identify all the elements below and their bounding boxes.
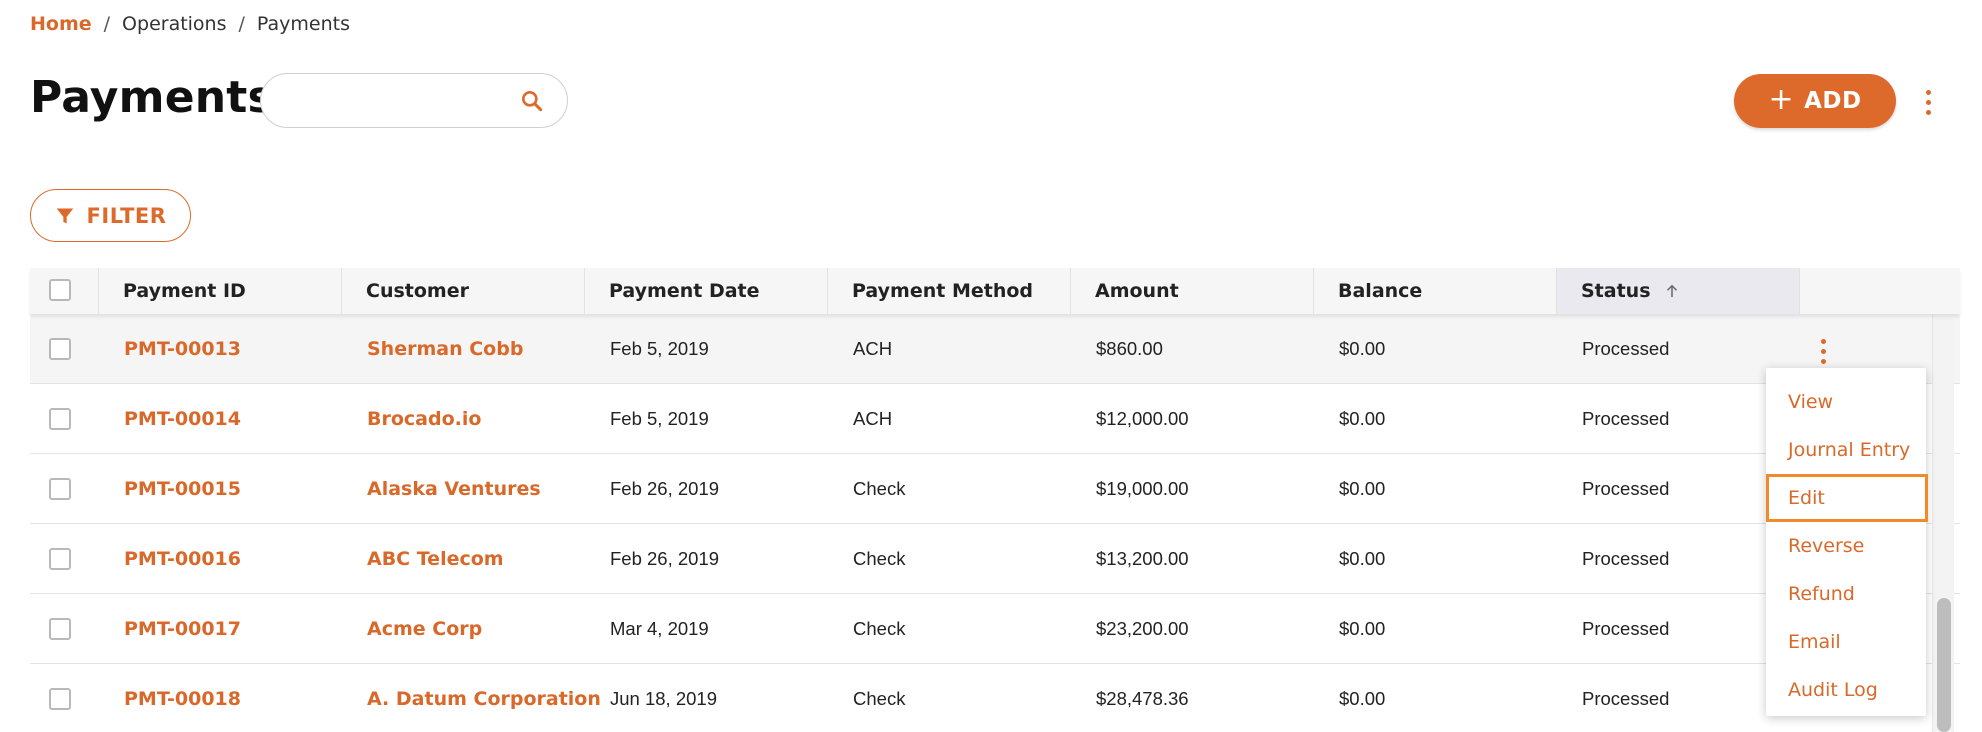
payment-method-cell: Check <box>853 687 906 709</box>
row-checkbox[interactable] <box>49 478 71 500</box>
customer-link[interactable]: ABC Telecom <box>367 524 504 593</box>
column-header-payment-id[interactable]: Payment ID <box>99 268 342 314</box>
search-icon[interactable] <box>519 88 545 114</box>
table-row[interactable]: PMT-00014 Brocado.io Feb 5, 2019 ACH $12,000… <box>30 384 1960 454</box>
filter-button-label: FILTER <box>86 203 167 228</box>
sort-ascending-icon[interactable] <box>1663 282 1681 300</box>
payment-id-link[interactable]: PMT-00018 <box>124 664 241 732</box>
amount-cell: $860.00 <box>1096 337 1163 359</box>
page-title: Payments <box>30 72 274 123</box>
filter-button[interactable]: FILTER <box>30 189 191 242</box>
column-header-balance[interactable]: Balance <box>1314 268 1557 314</box>
column-header-status-label: Status <box>1581 280 1651 302</box>
search-input[interactable] <box>281 84 511 118</box>
payment-date-cell: Jun 18, 2019 <box>610 687 717 709</box>
table-row[interactable]: PMT-00013 Sherman Cobb Feb 5, 2019 ACH $860.… <box>30 314 1960 384</box>
amount-cell: $12,000.00 <box>1096 407 1189 429</box>
table-row[interactable]: PMT-00017 Acme Corp Mar 4, 2019 Check $23,20… <box>30 594 1960 664</box>
balance-cell: $0.00 <box>1339 617 1386 639</box>
payment-method-cell: ACH <box>853 407 893 429</box>
breadcrumb-separator: / <box>238 13 245 35</box>
payments-table: Payment ID Customer Payment Date Payment… <box>30 268 1960 732</box>
payment-date-cell: Feb 26, 2019 <box>610 477 720 499</box>
select-all-cell <box>30 268 99 314</box>
table-row[interactable]: PMT-00015 Alaska Ventures Feb 26, 2019 Chec… <box>30 454 1960 524</box>
amount-cell: $28,478.36 <box>1096 687 1189 709</box>
amount-cell: $19,000.00 <box>1096 477 1189 499</box>
column-header-customer[interactable]: Customer <box>342 268 585 314</box>
payment-method-cell: Check <box>853 617 906 639</box>
row-checkbox[interactable] <box>49 548 71 570</box>
search-box[interactable] <box>260 73 568 128</box>
column-header-status[interactable]: Status <box>1557 268 1800 314</box>
breadcrumb-home-link[interactable]: Home <box>30 13 92 35</box>
table-row[interactable]: PMT-00016 ABC Telecom Feb 26, 2019 Check $13… <box>30 524 1960 594</box>
menu-item-audit-log[interactable]: Audit Log <box>1766 666 1926 714</box>
payment-method-cell: ACH <box>853 337 893 359</box>
menu-item-refund[interactable]: Refund <box>1766 570 1926 618</box>
customer-link[interactable]: A. Datum Corporation <box>367 664 601 732</box>
table-row[interactable]: PMT-00018 A. Datum Corporation Jun 18, 201… <box>30 664 1960 732</box>
table-header: Payment ID Customer Payment Date Payment… <box>30 268 1960 314</box>
payment-date-cell: Mar 4, 2019 <box>610 617 709 639</box>
payment-date-cell: Feb 5, 2019 <box>610 337 709 359</box>
balance-cell: $0.00 <box>1339 687 1386 709</box>
payment-id-link[interactable]: PMT-00014 <box>124 384 241 453</box>
column-header-payment-date[interactable]: Payment Date <box>585 268 828 314</box>
payment-date-cell: Feb 26, 2019 <box>610 547 720 569</box>
amount-cell: $23,200.00 <box>1096 617 1189 639</box>
menu-item-journal-entry[interactable]: Journal Entry <box>1766 426 1926 474</box>
payment-method-cell: Check <box>853 477 906 499</box>
breadcrumb: Home / Operations / Payments <box>30 12 350 36</box>
row-actions-icon[interactable] <box>1813 339 1833 364</box>
row-checkbox[interactable] <box>49 688 71 710</box>
row-actions-menu: View Journal Entry Edit Reverse Refund Email A… <box>1766 368 1928 716</box>
plus-icon: + <box>1768 81 1795 117</box>
more-options-icon[interactable] <box>1918 90 1938 115</box>
column-header-amount[interactable]: Amount <box>1071 268 1314 314</box>
status-cell: Processed <box>1582 547 1670 569</box>
vertical-scrollbar[interactable] <box>1932 314 1954 732</box>
payment-id-link[interactable]: PMT-00015 <box>124 454 241 523</box>
menu-item-email[interactable]: Email <box>1766 618 1926 666</box>
payment-id-link[interactable]: PMT-00013 <box>124 314 241 383</box>
filter-icon <box>56 208 73 223</box>
column-header-actions <box>1800 268 1960 314</box>
menu-item-reverse[interactable]: Reverse <box>1766 522 1926 570</box>
status-cell: Processed <box>1582 477 1670 499</box>
breadcrumb-separator: / <box>103 13 111 35</box>
amount-cell: $13,200.00 <box>1096 547 1189 569</box>
balance-cell: $0.00 <box>1339 477 1386 499</box>
add-button[interactable]: + ADD <box>1734 74 1896 128</box>
payment-method-cell: Check <box>853 547 906 569</box>
status-cell: Processed <box>1582 687 1670 709</box>
status-cell: Processed <box>1582 407 1670 429</box>
select-all-checkbox[interactable] <box>49 279 71 301</box>
table-body: PMT-00013 Sherman Cobb Feb 5, 2019 ACH $860.… <box>30 314 1960 732</box>
row-checkbox[interactable] <box>49 408 71 430</box>
payment-id-link[interactable]: PMT-00016 <box>124 524 241 593</box>
balance-cell: $0.00 <box>1339 547 1386 569</box>
status-cell: Processed <box>1582 617 1670 639</box>
balance-cell: $0.00 <box>1339 407 1386 429</box>
customer-link[interactable]: Brocado.io <box>367 384 481 453</box>
breadcrumb-operations-link[interactable]: Operations <box>122 13 226 35</box>
status-cell: Processed <box>1582 337 1670 359</box>
menu-item-view[interactable]: View <box>1766 378 1926 426</box>
breadcrumb-current-page: Payments <box>256 13 351 35</box>
row-checkbox[interactable] <box>49 338 71 360</box>
balance-cell: $0.00 <box>1339 337 1386 359</box>
scrollbar-thumb[interactable] <box>1937 598 1951 732</box>
customer-link[interactable]: Sherman Cobb <box>367 314 523 383</box>
menu-item-edit[interactable]: Edit <box>1766 474 1928 522</box>
payment-id-link[interactable]: PMT-00017 <box>124 594 241 663</box>
add-button-label: ADD <box>1804 88 1862 114</box>
column-header-payment-method[interactable]: Payment Method <box>828 268 1071 314</box>
row-checkbox[interactable] <box>49 618 71 640</box>
payment-date-cell: Feb 5, 2019 <box>610 407 709 429</box>
customer-link[interactable]: Acme Corp <box>367 594 482 663</box>
customer-link[interactable]: Alaska Ventures <box>367 454 541 523</box>
